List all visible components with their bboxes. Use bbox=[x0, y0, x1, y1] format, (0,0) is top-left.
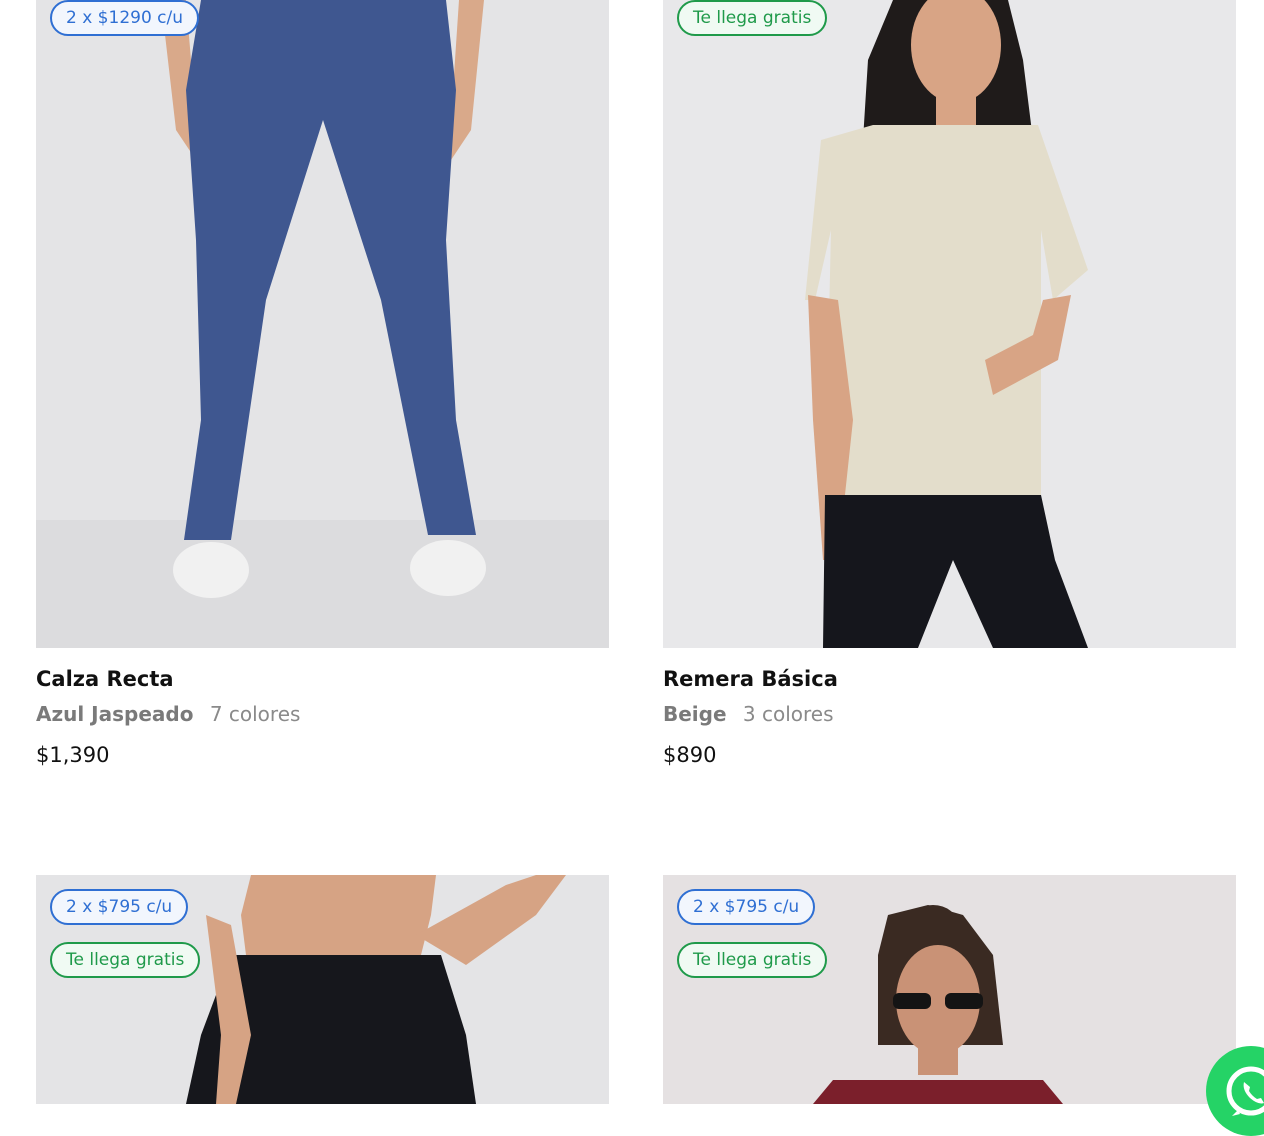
product-colors-count[interactable]: 3 colores bbox=[743, 702, 834, 726]
product-price: $890 bbox=[663, 743, 717, 767]
product-color: Azul Jaspeado bbox=[36, 702, 194, 726]
product-price: $1,390 bbox=[36, 743, 110, 767]
whatsapp-icon bbox=[1226, 1066, 1264, 1116]
product-colors-count[interactable]: 7 colores bbox=[210, 702, 301, 726]
product-name[interactable]: Remera Básica bbox=[663, 666, 838, 692]
product-color: Beige bbox=[663, 702, 727, 726]
free-shipping-badge: Te llega gratis bbox=[677, 0, 828, 36]
promo-badge: 2 x $1290 c/u bbox=[50, 0, 200, 36]
product-image[interactable] bbox=[663, 0, 1236, 648]
product-image[interactable] bbox=[36, 0, 609, 648]
promo-badge: 2 x $795 c/u bbox=[50, 889, 189, 925]
free-shipping-badge: Te llega gratis bbox=[50, 942, 201, 978]
promo-badge: 2 x $795 c/u bbox=[677, 889, 816, 925]
product-name[interactable]: Calza Recta bbox=[36, 666, 300, 692]
free-shipping-badge: Te llega gratis bbox=[677, 942, 828, 978]
